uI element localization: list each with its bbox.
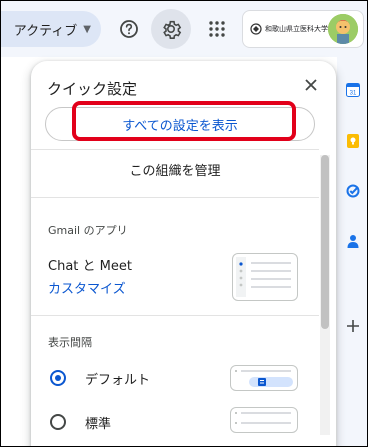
chevron-down-icon: ▼ [83, 23, 91, 35]
density-section-label: 表示間隔 [48, 336, 92, 349]
divider [31, 197, 319, 198]
highlight-box [72, 101, 296, 141]
density-default-radio[interactable] [50, 370, 66, 386]
density-default-label[interactable]: デフォルト [85, 369, 150, 388]
chat-meet-thumbnail[interactable] [232, 253, 298, 301]
help-button[interactable] [110, 10, 148, 48]
settings-button[interactable] [151, 9, 191, 49]
quick-settings-panel: クイック設定 すべての設定を表示 この組織を管理 Gmail のアプリ Chat… [31, 61, 336, 446]
gear-icon [163, 20, 182, 39]
avatar-image [328, 14, 358, 44]
organization-account-button[interactable]: 和歌山県立医科大学 [242, 10, 364, 48]
gmail-apps-section-label: Gmail のアプリ [48, 224, 128, 237]
default-density-preview-icon [235, 370, 293, 387]
close-button[interactable] [299, 73, 323, 97]
divider [31, 315, 319, 316]
density-standard-label[interactable]: 標準 [85, 413, 111, 432]
gmail-window: アクティブ ▼ 和歌山県立医科大学 31 クイック設定 すべての設定を表示 この… [0, 0, 368, 447]
apps-button[interactable] [198, 10, 236, 48]
chat-meet-layout-icon [236, 257, 291, 297]
avatar[interactable] [328, 14, 358, 44]
apps-grid-icon [209, 21, 225, 37]
manage-organization-link[interactable]: この組織を管理 [31, 160, 319, 179]
top-bar: アクティブ ▼ 和歌山県立医科大学 [1, 1, 367, 57]
calendar-icon[interactable]: 31 [346, 82, 360, 97]
contacts-icon[interactable] [346, 233, 360, 248]
density-standard-radio[interactable] [50, 414, 66, 430]
chat-meet-label: Chat と Meet [48, 259, 132, 274]
standard-density-preview-icon [235, 412, 291, 424]
quick-settings-title: クイック設定 [47, 80, 138, 98]
side-panel: 31 [337, 57, 367, 446]
divider [31, 149, 319, 150]
scrollbar-thumb[interactable] [321, 155, 329, 329]
svg-text:31: 31 [350, 91, 357, 97]
keep-icon[interactable] [346, 133, 360, 148]
status-dropdown[interactable]: アクティブ ▼ [1, 11, 101, 47]
density-default-thumbnail[interactable] [230, 365, 298, 391]
help-icon [120, 20, 138, 38]
close-icon [305, 79, 317, 91]
density-standard-thumbnail[interactable] [230, 407, 298, 433]
tasks-icon[interactable] [346, 183, 360, 198]
organization-name: 和歌山県立医科大学 [265, 25, 328, 33]
customize-link[interactable]: カスタマイズ [48, 278, 126, 297]
organization-logo-icon [250, 23, 262, 35]
status-label: アクティブ [13, 23, 78, 39]
add-icon[interactable] [346, 318, 360, 332]
scrollbar[interactable] [320, 155, 330, 435]
